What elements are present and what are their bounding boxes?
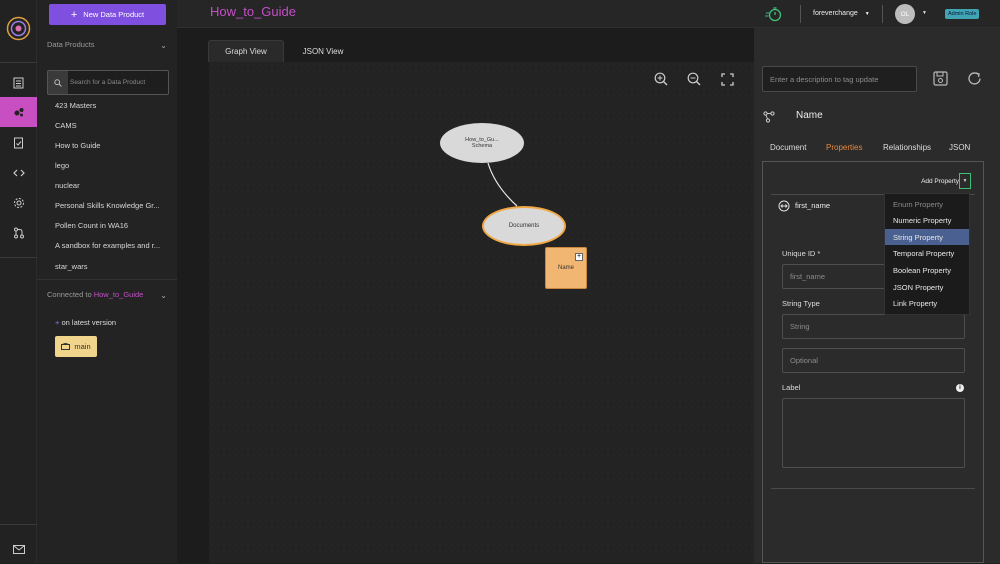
icon-rail: [0, 0, 37, 563]
branch-nav-icon[interactable]: [0, 218, 37, 248]
version-status-text: on latest version: [61, 318, 117, 327]
string-type-label: String Type: [782, 299, 820, 308]
page-title: How_to_Guide: [210, 4, 296, 19]
data-products-section-title: Data Products: [47, 40, 95, 49]
tab-json[interactable]: JSON: [949, 143, 970, 152]
name-node[interactable]: Name +: [545, 247, 587, 289]
document-check-nav-icon[interactable]: [0, 128, 37, 158]
briefcase-icon: [61, 343, 71, 350]
data-products-nav-icon[interactable]: [0, 97, 37, 127]
data-product-item[interactable]: lego: [55, 161, 171, 170]
chevron-down-icon[interactable]: ⌄: [160, 291, 167, 300]
schema-node[interactable]: How_to_Gu... Schema: [440, 123, 524, 163]
label-field-label: Label: [782, 383, 801, 392]
data-product-item[interactable]: Personal Skills Knowledge Gr...: [55, 201, 171, 210]
graph-edge: [487, 162, 518, 207]
top-bar: How_to_Guide foreverchange ▼ OL ▼ Admin …: [177, 0, 1000, 28]
unique-id-label: Unique ID *: [782, 249, 821, 258]
refresh-icon[interactable]: [967, 71, 982, 91]
avatar[interactable]: OL: [895, 4, 915, 24]
timer-icon[interactable]: [765, 6, 782, 27]
data-product-item[interactable]: star_wars: [55, 262, 171, 271]
mail-icon[interactable]: [0, 534, 37, 564]
org-selector[interactable]: foreverchange ▼: [813, 10, 870, 17]
tab-document[interactable]: Document: [770, 143, 806, 152]
save-icon[interactable]: [933, 71, 948, 91]
data-product-item[interactable]: nuclear: [55, 181, 171, 190]
tab-relationships[interactable]: Relationships: [883, 143, 931, 152]
search-icon: [48, 71, 68, 94]
add-property-menu: Enum Property Numeric Property String Pr…: [884, 193, 970, 315]
connected-to-label: Connected to How_to_Guide: [47, 290, 143, 299]
branch-name: main: [74, 342, 91, 351]
sidebar: + New Data Product Data Products ⌄ 423 M…: [37, 0, 177, 563]
schema-node-subtitle: Schema: [471, 143, 493, 149]
panel-title: Name: [796, 110, 823, 121]
chevron-down-icon[interactable]: ⌄: [160, 41, 167, 50]
data-product-item[interactable]: A sandbox for examples and r...: [55, 241, 171, 250]
documents-node[interactable]: Documents: [482, 206, 566, 246]
property-name[interactable]: first_name: [795, 201, 830, 210]
version-status: + on latest version: [55, 318, 116, 327]
new-data-product-button[interactable]: + New Data Product: [49, 4, 166, 25]
add-property-dropdown-toggle[interactable]: ▼: [959, 173, 971, 189]
caret-down-icon[interactable]: ▼: [922, 10, 927, 16]
string-type-field[interactable]: [782, 314, 965, 339]
menu-item-string-property[interactable]: String Property: [885, 229, 969, 245]
connected-prefix: Connected to: [47, 290, 92, 299]
org-name: foreverchange: [813, 10, 858, 17]
menu-item-enum-property: Enum Property: [893, 199, 944, 209]
graph-canvas-area: Graph View JSON View How_to_Gu... Schema…: [177, 28, 754, 563]
label-textarea[interactable]: [782, 398, 965, 468]
tab-properties[interactable]: Properties: [826, 143, 862, 152]
caret-down-icon: ▼: [864, 11, 870, 17]
new-data-product-label: New Data Product: [83, 10, 145, 19]
plus-icon: +: [55, 318, 60, 327]
documents-nav-icon[interactable]: [0, 68, 37, 98]
menu-item-json-property[interactable]: JSON Property: [885, 279, 969, 295]
plus-icon: +: [70, 8, 78, 21]
search-input[interactable]: [70, 75, 166, 90]
data-product-item[interactable]: CAMS: [55, 121, 171, 130]
add-property-button[interactable]: Add Property: [921, 178, 959, 185]
add-node-icon[interactable]: +: [575, 253, 583, 261]
connected-product-link[interactable]: How_to_Guide: [94, 290, 144, 299]
menu-item-temporal-property[interactable]: Temporal Property: [885, 245, 969, 261]
branch-button[interactable]: main: [55, 336, 97, 357]
menu-item-numeric-property[interactable]: Numeric Property: [885, 212, 969, 228]
optional-field[interactable]: [782, 348, 965, 373]
data-product-item[interactable]: How to Guide: [55, 141, 171, 150]
role-badge: Admin Role: [945, 9, 980, 19]
data-product-item[interactable]: 423 Masters: [55, 101, 171, 110]
name-node-label: Name: [557, 265, 574, 271]
description-input[interactable]: [762, 66, 917, 92]
data-product-item[interactable]: Pollen Count in WA16: [55, 221, 171, 230]
documents-node-label: Documents: [508, 223, 540, 229]
schema-node-icon: [763, 110, 775, 128]
code-nav-icon[interactable]: [0, 158, 37, 188]
property-type-icon: [778, 199, 790, 217]
data-product-search[interactable]: [47, 70, 169, 95]
info-icon[interactable]: i: [956, 384, 964, 392]
settings-nav-icon[interactable]: [0, 188, 37, 218]
menu-item-boolean-property[interactable]: Boolean Property: [885, 262, 969, 278]
app-logo[interactable]: [6, 16, 31, 41]
menu-item-link-property[interactable]: Link Property: [885, 295, 969, 311]
